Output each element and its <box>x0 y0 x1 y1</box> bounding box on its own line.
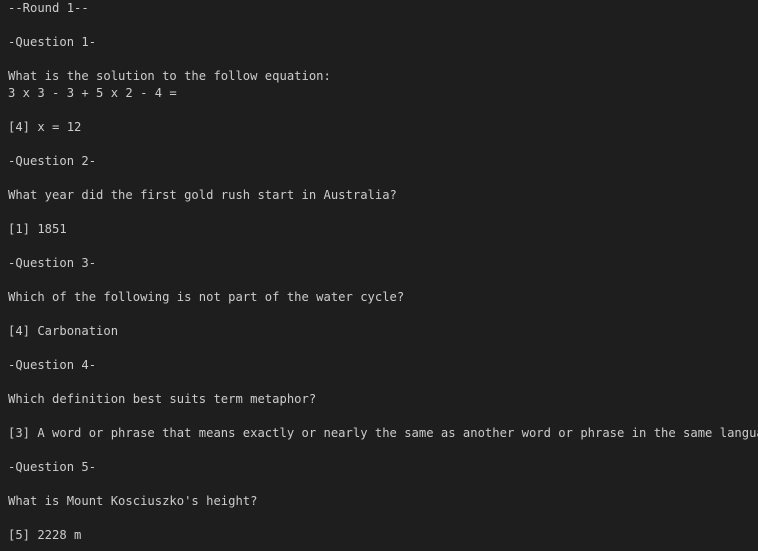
question-4-text: Which definition best suits term metapho… <box>8 392 317 406</box>
question-3-answer: [4] Carbonation <box>8 324 119 338</box>
question-2-answer: [1] 1851 <box>8 222 67 236</box>
question-5-answer: [5] 2228 m <box>8 528 82 542</box>
question-1-answer: [4] x = 12 <box>8 120 82 134</box>
question-4-header: -Question 4- <box>8 358 97 372</box>
question-2-text: What year did the first gold rush start … <box>8 188 397 202</box>
question-5-header: -Question 5- <box>8 460 97 474</box>
question-1-header: -Question 1- <box>8 35 97 49</box>
question-5-text: What is Mount Kosciuszko's height? <box>8 494 258 508</box>
question-3-text: Which of the following is not part of th… <box>8 290 405 304</box>
question-2-header: -Question 2- <box>8 154 97 168</box>
round-header: --Round 1-- <box>8 1 89 15</box>
question-1-text-line-1: What is the solution to the follow equat… <box>8 69 331 83</box>
question-4-answer: [3] A word or phrase that means exactly … <box>8 426 758 440</box>
question-1-text-line-2: 3 x 3 - 3 + 5 x 2 - 4 = <box>8 86 177 100</box>
terminal-output: --Round 1-- -Question 1- What is the sol… <box>0 0 758 551</box>
question-3-header: -Question 3- <box>8 256 97 270</box>
